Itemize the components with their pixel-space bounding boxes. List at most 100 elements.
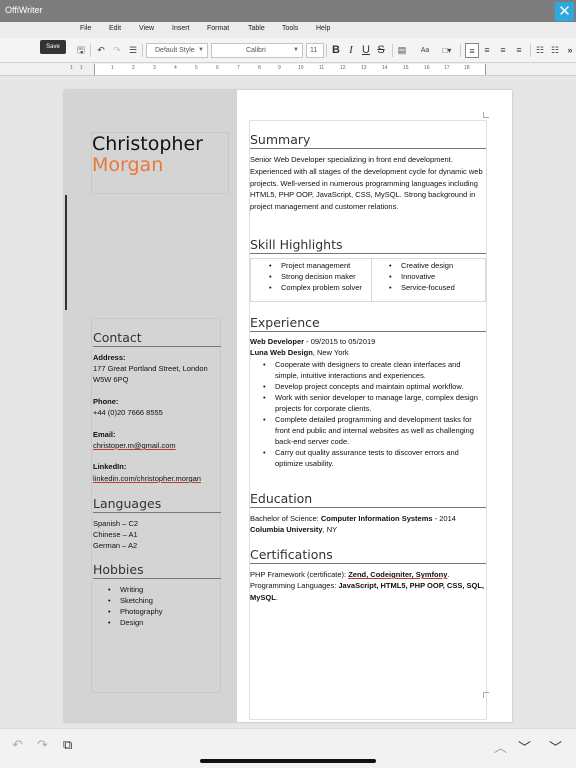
- menu-tools[interactable]: Tools: [282, 25, 298, 32]
- align-center-icon[interactable]: ≡: [481, 43, 493, 58]
- ruler-label: 16: [424, 65, 430, 71]
- align-right-icon[interactable]: ≡: [497, 43, 509, 58]
- ruler-label: 3: [153, 65, 156, 71]
- ruler-label: 1: [80, 65, 83, 71]
- ruler-label: 14: [382, 65, 388, 71]
- hobbies-heading: Hobbies: [93, 562, 221, 579]
- company-name: Luna Web Design: [250, 348, 313, 357]
- chevron-up-icon[interactable]: ︿: [494, 737, 507, 756]
- menu-help[interactable]: Help: [316, 25, 330, 32]
- app-title: OffiWriter: [5, 5, 43, 15]
- numbered-list-icon[interactable]: ☷: [549, 43, 561, 58]
- skills-right-column: Creative design Innovative Service-focus…: [389, 260, 485, 293]
- underline-button[interactable]: U: [360, 43, 372, 58]
- university-location: , NY: [322, 525, 338, 534]
- job-point: Complete detailed programming and develo…: [263, 414, 485, 447]
- hobby-item: Design: [108, 617, 163, 628]
- menu-table[interactable]: Table: [248, 25, 265, 32]
- save-icon[interactable]: 🖫: [75, 43, 87, 58]
- title-bar: OffiWriter ✕: [0, 0, 576, 22]
- paragraph-style-value: Default Style: [155, 47, 195, 54]
- degree-field: Computer Information Systems: [320, 514, 433, 523]
- cert-line-2: Programming Languages: JavaScript, HTML5…: [250, 580, 486, 604]
- ruler-label: 6: [216, 65, 219, 71]
- skill-item: Complex problem solver: [269, 282, 369, 293]
- job-point: Work with senior developer to manage lar…: [263, 392, 485, 414]
- ruler-label: 1: [70, 65, 73, 71]
- more-tools-icon[interactable]: »: [565, 43, 575, 58]
- linkedin-label: LinkedIn:: [93, 462, 127, 471]
- language-item: Chinese – A1: [93, 530, 138, 539]
- ruler-label: 7: [237, 65, 240, 71]
- paragraph-style-select[interactable]: Default Style ▼: [146, 43, 208, 58]
- job-points-list: Cooperate with designers to create clean…: [263, 359, 485, 469]
- skills-table: Project management Strong decision maker…: [250, 258, 486, 302]
- skill-item: Innovative: [389, 271, 485, 282]
- certifications-heading: Certifications: [250, 547, 486, 564]
- cert-1-suffix: .: [447, 570, 450, 579]
- cert-1-prefix: PHP Framework (certificate):: [250, 570, 349, 579]
- linkedin-link[interactable]: linkedin.com/christopher.morgan: [93, 473, 223, 484]
- undo-icon[interactable]: ↶: [12, 737, 23, 753]
- ruler-label: 18: [464, 65, 470, 71]
- undo-icon[interactable]: ↶: [95, 43, 107, 58]
- job-point: Cooperate with designers to create clean…: [263, 359, 485, 381]
- font-size-value: 11: [310, 47, 318, 54]
- highlight-icon[interactable]: ▤: [396, 43, 408, 58]
- ruler-label: 4: [174, 65, 177, 71]
- font-size-button[interactable]: Aa: [418, 43, 432, 58]
- job-dates: - 09/2015 to 05/2019: [304, 337, 376, 346]
- ruler-label: 2: [132, 65, 135, 71]
- menu-format[interactable]: Format: [207, 25, 229, 32]
- clear-format-icon[interactable]: ☰: [127, 43, 139, 58]
- bullet-list-icon[interactable]: ☷: [534, 43, 546, 58]
- margin-mark: [483, 692, 489, 698]
- bold-button[interactable]: B: [330, 43, 342, 58]
- hobby-item: Writing: [108, 584, 163, 595]
- redo-icon[interactable]: ↷: [111, 43, 123, 58]
- italic-button[interactable]: I: [345, 43, 357, 58]
- cert-2-prefix: Programming Languages:: [250, 581, 339, 590]
- hobby-item: Photography: [108, 606, 163, 617]
- menu-edit[interactable]: Edit: [109, 25, 121, 32]
- cert-1-items: Zend, Codeigniter, Symfony: [348, 570, 448, 579]
- hobbies-list: Writing Sketching Photography Design: [108, 584, 163, 628]
- ruler-label: 1: [111, 65, 114, 71]
- email-label: Email:: [93, 430, 116, 439]
- menu-view[interactable]: View: [139, 25, 154, 32]
- degree-prefix: Bachelor of Science:: [250, 514, 321, 523]
- menu-file[interactable]: File: [80, 25, 91, 32]
- align-left-icon[interactable]: ≡: [465, 43, 479, 58]
- ruler-label: 17: [444, 65, 450, 71]
- margin-mark: [483, 112, 489, 118]
- languages-heading: Languages: [93, 496, 221, 513]
- strikethrough-button[interactable]: S: [375, 43, 387, 58]
- chevron-down-icon: ▼: [293, 47, 299, 53]
- ruler-label: 12: [340, 65, 346, 71]
- document-page[interactable]: Christopher Morgan Contact Address: 177 …: [64, 90, 512, 722]
- hide-keyboard-icon[interactable]: ﹀: [549, 737, 562, 756]
- email-link[interactable]: christoper.m@gmail.com: [93, 440, 223, 451]
- font-family-select[interactable]: Calibri ▼: [211, 43, 303, 58]
- menu-insert[interactable]: Insert: [172, 25, 190, 32]
- job-point: Carry out quality assurance tests to dis…: [263, 447, 485, 469]
- redo-icon[interactable]: ↷: [37, 737, 48, 753]
- border-icon[interactable]: □▾: [440, 43, 454, 58]
- education-heading: Education: [250, 491, 486, 508]
- text-cursor: [65, 195, 67, 310]
- company-line: Luna Web Design, New York: [250, 347, 486, 359]
- university-name: Columbia University: [250, 525, 323, 534]
- close-button[interactable]: ✕: [555, 2, 574, 21]
- font-size-select[interactable]: 11: [306, 43, 324, 58]
- phone-label: Phone:: [93, 397, 119, 406]
- summary-text: Senior Web Developer specializing in fro…: [250, 155, 483, 212]
- skill-item: Project management: [269, 260, 369, 271]
- chevron-down-icon[interactable]: ﹀: [518, 737, 531, 756]
- ruler-label: 9: [278, 65, 281, 71]
- copy-icon[interactable]: ⧉: [63, 737, 72, 753]
- align-justify-icon[interactable]: ≡: [513, 43, 525, 58]
- skills-divider: [371, 259, 372, 301]
- cert-2-suffix: .: [275, 592, 278, 602]
- job-point: Develop project concepts and maintain op…: [263, 381, 485, 392]
- ruler: 1 1 1 2 3 4 5 6 7 8 9 10 11 12 13 14 15 …: [0, 63, 576, 76]
